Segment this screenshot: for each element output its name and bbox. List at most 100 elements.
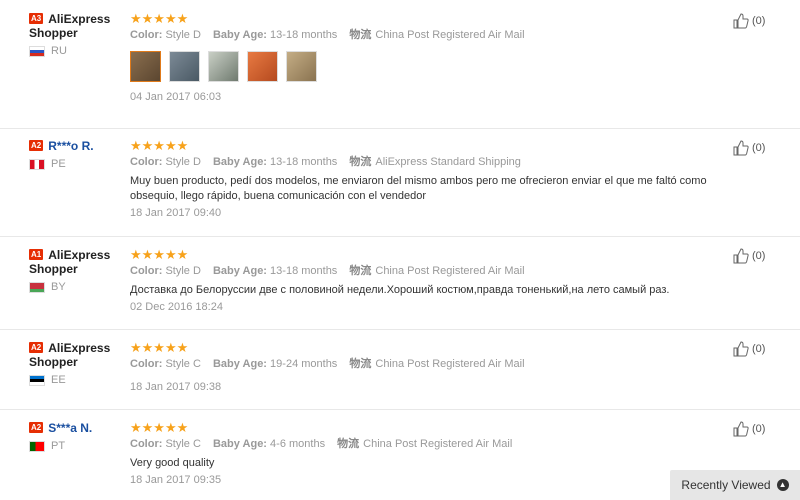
color-label: Color: [130,265,163,277]
review-photo-thumbnail[interactable] [286,51,317,82]
review-body: ★★★★★ Color: Style D Baby Age: 13-18 mon… [130,248,720,314]
review-body: ★★★★★ Color: Style C Baby Age: 19-24 mon… [130,341,720,394]
shipping-icon: 物流 [337,438,360,450]
helpful-button[interactable]: (0) [733,140,765,156]
divider [0,128,800,129]
review-photo-thumbnail[interactable] [169,51,200,82]
reviewer-country: RU [29,45,129,57]
star-rating: ★★★★★ [130,247,189,262]
color-value: Style C [165,358,201,370]
review-meta: Color: Style C Baby Age: 19-24 months 物流… [130,357,720,372]
country-code: PE [51,158,66,170]
reviewer-name[interactable]: A2 S***a N. [29,421,129,435]
color-label: Color: [130,156,163,168]
baby-age-value: 4-6 months [270,438,326,450]
shipping-icon: 物流 [349,156,372,168]
flag-icon [29,374,45,386]
reviewer-name-text: R***o R. [48,139,94,153]
reviewer-country: PT [29,440,129,452]
thumbs-up-icon [733,248,749,264]
reviewer-info: A2 R***o R. PE [29,139,129,170]
shipping-method: China Post Registered Air Mail [375,265,525,277]
review-text: Very good quality [130,457,215,469]
reviewer-info: A2 AliExpress Shopper EE [29,341,129,386]
star-rating: ★★★★★ [130,420,189,435]
reviewer-name-text: S***a N. [48,421,93,435]
reviewer-name[interactable]: A3 AliExpress Shopper [29,12,129,40]
buyer-level-badge: A2 [29,342,44,353]
shipping-method: China Post Registered Air Mail [375,358,525,370]
reviewer-info: A2 S***a N. PT [29,421,129,452]
color-label: Color: [130,358,163,370]
baby-age-label: Baby Age: [212,438,267,450]
review-meta: Color: Style D Baby Age: 13-18 months 物流… [130,264,720,279]
country-code: PT [51,440,66,452]
helpful-count: (0) [752,423,766,435]
shipping-method: AliExpress Standard Shipping [375,156,521,168]
color-value: Style D [165,265,201,277]
flag-icon [29,158,45,170]
review-date: 02 Dec 2016 18:24 [130,301,223,313]
helpful-count: (0) [752,142,766,154]
shipping-icon: 物流 [349,358,372,370]
color-value: Style D [165,29,201,41]
thumbs-up-icon [733,140,749,156]
helpful-button[interactable]: (0) [733,248,765,264]
helpful-count: (0) [752,250,766,262]
color-label: Color: [130,438,163,450]
country-code: RU [51,45,67,57]
recently-viewed-button[interactable]: Recently Viewed ▲ [670,470,800,500]
recently-viewed-label: Recently Viewed [681,478,771,492]
shipping-method: China Post Registered Air Mail [363,438,513,450]
country-code: EE [51,374,66,386]
divider [0,329,800,330]
flag-icon [29,440,45,452]
buyer-level-badge: A1 [29,249,44,260]
color-label: Color: [130,29,163,41]
reviewer-info: A1 AliExpress Shopper BY [29,248,129,293]
helpful-button[interactable]: (0) [733,13,765,29]
review-meta: Color: Style D Baby Age: 13-18 months 物流… [130,155,720,170]
reviewer-name[interactable]: A2 AliExpress Shopper [29,341,129,369]
helpful-button[interactable]: (0) [733,341,765,357]
shipping-icon: 物流 [349,29,372,41]
reviewer-country: EE [29,374,129,386]
baby-age-label: Baby Age: [212,156,267,168]
buyer-level-badge: A3 [29,13,44,24]
buyer-level-badge: A2 [29,140,44,151]
review-date: 18 Jan 2017 09:38 [130,381,222,393]
thumbs-up-icon [733,13,749,29]
reviewer-name[interactable]: A1 AliExpress Shopper [29,248,129,276]
color-value: Style C [165,438,201,450]
review-date: 18 Jan 2017 09:35 [130,474,222,486]
thumbs-up-icon [733,341,749,357]
reviewer-country: PE [29,158,129,170]
review-body: ★★★★★ Color: Style C Baby Age: 4-6 month… [130,421,720,487]
shipping-method: China Post Registered Air Mail [375,29,525,41]
review-photo-thumbnail[interactable] [208,51,239,82]
baby-age-value: 19-24 months [270,358,338,370]
divider [0,236,800,237]
baby-age-value: 13-18 months [270,156,338,168]
helpful-button[interactable]: (0) [733,421,765,437]
chevron-up-icon: ▲ [776,479,789,491]
review-photos [130,51,720,82]
review-date: 18 Jan 2017 09:40 [130,207,222,219]
review-text: Muy buen producto, pedí dos modelos, me … [130,175,707,202]
shipping-icon: 物流 [349,265,372,277]
baby-age-label: Baby Age: [212,29,267,41]
review-meta: Color: Style D Baby Age: 13-18 months 物流… [130,28,720,43]
review-photo-thumbnail[interactable] [247,51,278,82]
review-meta: Color: Style C Baby Age: 4-6 months 物流 Ch… [130,437,720,452]
helpful-count: (0) [752,15,766,27]
review-photo-thumbnail[interactable] [130,51,161,82]
star-rating: ★★★★★ [130,11,189,26]
divider [0,409,800,410]
reviewer-name[interactable]: A2 R***o R. [29,139,129,153]
thumbs-up-icon [733,421,749,437]
baby-age-value: 13-18 months [270,265,338,277]
flag-icon [29,281,45,293]
review-body: ★★★★★ Color: Style D Baby Age: 13-18 mon… [130,139,720,220]
baby-age-label: Baby Age: [212,358,267,370]
color-value: Style D [165,156,201,168]
